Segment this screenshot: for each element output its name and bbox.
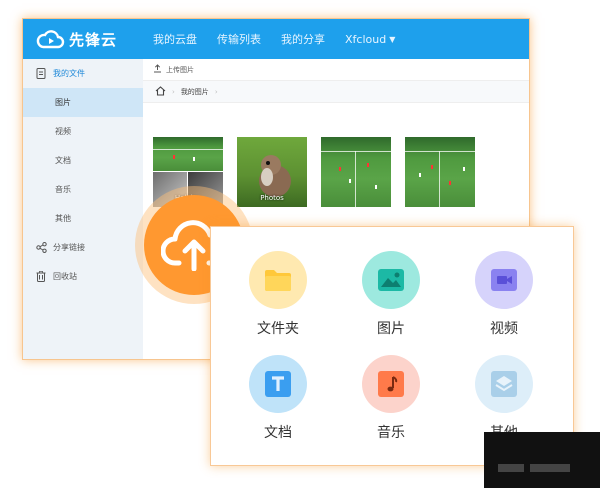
- sidebar-item-label: 视频: [55, 127, 71, 136]
- corner-overlay: [484, 432, 600, 488]
- sidebar-item-label: 文档: [55, 156, 71, 165]
- overlay-bar: [530, 464, 570, 472]
- category-circle: [475, 355, 533, 413]
- video-icon: [491, 269, 517, 291]
- thumb-soccer-1[interactable]: [321, 137, 391, 207]
- category-other[interactable]: 其他: [459, 355, 549, 442]
- category-circle: [249, 251, 307, 309]
- breadcrumb-separator-icon: ›: [172, 87, 175, 96]
- top-navbar: 先锋云 我的云盘 传输列表 我的分享 Xfcloud ▼: [23, 19, 529, 59]
- category-circle: [362, 251, 420, 309]
- nav-my-share[interactable]: 我的分享: [281, 31, 325, 47]
- document-icon: [265, 371, 291, 397]
- home-icon[interactable]: [155, 85, 166, 98]
- sidebar-item-label: 其他: [55, 214, 71, 223]
- sidebar-item-videos[interactable]: 视频: [23, 117, 143, 146]
- sidebar-item-my-files[interactable]: 我的文件: [23, 59, 143, 88]
- category-circle: [475, 251, 533, 309]
- logo[interactable]: 先锋云: [35, 26, 117, 52]
- cloud-logo-icon: [36, 30, 65, 49]
- category-label: 音乐: [377, 425, 405, 441]
- sidebar-item-label: 分享链接: [53, 243, 85, 252]
- other-icon: [491, 371, 517, 397]
- category-label: 文件夹: [257, 321, 299, 337]
- chevron-down-icon: ▼: [389, 34, 396, 44]
- sidebar-item-documents[interactable]: 文档: [23, 146, 143, 175]
- breadcrumb: › 我的图片 ›: [143, 81, 529, 103]
- category-document[interactable]: 文档: [233, 355, 323, 442]
- sidebar: 我的文件 图片 视频 文档 音乐 其他 分享链接 回收站: [23, 59, 143, 359]
- folder-icon: [265, 270, 291, 291]
- upload-images-button[interactable]: 上传图片: [166, 65, 194, 75]
- sidebar-item-label: 我的文件: [53, 69, 85, 78]
- image-icon: [378, 269, 404, 291]
- category-music[interactable]: 音乐: [346, 355, 436, 442]
- file-icon: [35, 68, 47, 80]
- sidebar-item-images[interactable]: 图片: [23, 88, 143, 117]
- thumb-soccer-2[interactable]: [405, 137, 475, 207]
- category-video[interactable]: 视频: [459, 251, 549, 338]
- nav-user-label: Xfcloud: [345, 32, 387, 46]
- soccer-photo: [153, 137, 223, 171]
- category-label: 视频: [490, 321, 518, 337]
- thumb-label: Photos: [260, 194, 284, 202]
- share-icon: [35, 242, 47, 254]
- nav-my-cloud[interactable]: 我的云盘: [153, 31, 197, 47]
- category-circle: [249, 355, 307, 413]
- category-circle: [362, 355, 420, 413]
- upload-category-panel: 文件夹 图片 视频 文档 音乐: [210, 226, 574, 466]
- sidebar-item-label: 图片: [55, 98, 71, 107]
- squirrel-image: [259, 155, 291, 197]
- sidebar-item-recycle-bin[interactable]: 回收站: [23, 262, 143, 291]
- upload-arrow-icon: [153, 64, 162, 75]
- music-icon: [378, 371, 404, 397]
- sidebar-item-music[interactable]: 音乐: [23, 175, 143, 204]
- logo-text: 先锋云: [69, 30, 118, 49]
- thumb-photos[interactable]: Photos: [237, 137, 307, 207]
- sidebar-item-label: 回收站: [53, 272, 77, 281]
- overlay-bar: [498, 464, 524, 472]
- sidebar-item-share-links[interactable]: 分享链接: [23, 233, 143, 262]
- trash-icon: [35, 271, 47, 283]
- nav-user-menu[interactable]: Xfcloud ▼: [345, 33, 395, 46]
- category-images[interactable]: 图片: [346, 251, 436, 338]
- category-folder[interactable]: 文件夹: [233, 251, 323, 338]
- sidebar-item-other[interactable]: 其他: [23, 204, 143, 233]
- category-label: 文档: [264, 425, 292, 441]
- sidebar-item-label: 音乐: [55, 185, 71, 194]
- breadcrumb-separator-icon: ›: [214, 87, 218, 96]
- breadcrumb-current[interactable]: 我的图片: [181, 87, 209, 97]
- nav-transfer-list[interactable]: 传输列表: [217, 31, 261, 47]
- toolbar: 上传图片: [143, 59, 529, 81]
- category-label: 图片: [377, 321, 405, 337]
- main-nav: 我的云盘 传输列表 我的分享 Xfcloud ▼: [153, 19, 415, 59]
